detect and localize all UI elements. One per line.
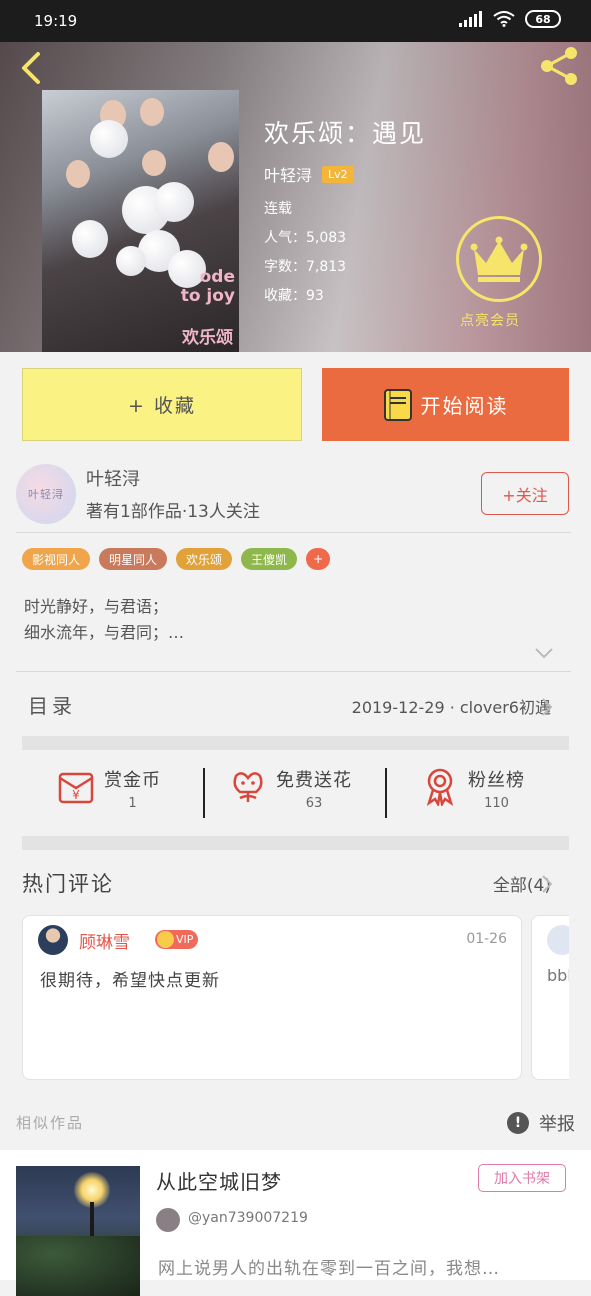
signal-icon — [459, 11, 482, 27]
chevron-down-icon[interactable] — [532, 644, 556, 662]
book-popularity: 人气：5,083 — [264, 230, 347, 246]
book-title: 欢乐颂：遇见 — [264, 119, 427, 148]
book-status: 连载 — [264, 201, 292, 217]
stat-value: 63 — [305, 796, 323, 811]
tag-item[interactable]: 王傻凯 — [241, 548, 298, 570]
flower-icon — [233, 772, 263, 802]
comment-date: 01-26 — [466, 931, 507, 947]
section-separator — [22, 836, 569, 850]
book-icon — [383, 388, 412, 421]
status-time: 19:19 — [34, 12, 78, 30]
back-arrow-icon[interactable] — [14, 48, 48, 88]
stat-label: 免费送花 — [276, 770, 352, 791]
similar-author-avatar — [156, 1208, 180, 1232]
vip-label[interactable]: 点亮会员 — [460, 310, 520, 330]
start-reading-button[interactable]: 开始阅读 — [322, 368, 569, 441]
stat-value: 110 — [484, 796, 509, 811]
stat-value: 1 — [128, 796, 137, 811]
add-to-shelf-button[interactable]: 加入书架 — [478, 1164, 566, 1192]
toc-label[interactable]: 目录 — [28, 690, 76, 719]
section-separator — [22, 736, 569, 750]
divider — [16, 532, 571, 533]
collect-button[interactable]: + 收藏 — [22, 368, 302, 441]
tag-item[interactable]: 欢乐颂 — [176, 548, 233, 570]
divider — [385, 768, 387, 818]
book-favorites: 收藏：93 — [264, 288, 324, 304]
start-reading-label: 开始阅读 — [420, 394, 509, 418]
book-word-count: 字数：7,813 — [264, 259, 347, 275]
book-author[interactable]: 叶轻浔 — [264, 162, 312, 186]
reward-coins-button[interactable]: ¥ 赏金币 1 — [56, 766, 161, 811]
similar-book-author[interactable]: @yan739007219 — [188, 1210, 308, 1226]
book-header: ode to joy 欢乐颂 欢乐颂：遇见 叶轻浔 Lv2 连载 人气：5,08… — [0, 42, 591, 352]
vip-badge-label: VIP — [176, 933, 194, 946]
commenter-avatar[interactable] — [38, 925, 68, 955]
vip-membership-button[interactable] — [456, 216, 542, 302]
author-level-badge: Lv2 — [322, 165, 354, 183]
description-line: 细水流年，与君同；… — [24, 623, 185, 642]
divider — [203, 768, 205, 818]
comment-text: bbb — [547, 966, 569, 985]
crown-icon — [470, 236, 528, 282]
award-ribbon-icon — [426, 768, 454, 806]
tag-list: 影视同人 明星同人 欢乐颂 王傻凯 + — [22, 548, 331, 570]
battery-indicator: 68 — [525, 10, 561, 28]
comment-card[interactable]: 顾琳雪 VIP 01-26 很期待，希望快点更新 — [22, 915, 522, 1080]
tag-item[interactable]: 明星同人 — [99, 548, 168, 570]
book-description: 时光静好，与君语； 细水流年，与君同；… — [24, 594, 184, 646]
similar-book-description: 网上说男人的出轨在零到一百之间，我想… — [158, 1259, 500, 1279]
add-tag-button[interactable]: + — [306, 548, 331, 570]
vip-badge: VIP — [155, 930, 199, 949]
follow-button[interactable]: +关注 — [481, 472, 569, 515]
cover-title-en: ode to joy — [180, 267, 235, 306]
comment-text: 很期待，希望快点更新 — [40, 971, 220, 991]
warning-icon: ! — [507, 1112, 529, 1134]
stat-label: 赏金币 — [104, 770, 161, 791]
author-stats: 著有1部作品·13人关注 — [86, 502, 260, 522]
svg-text:¥: ¥ — [72, 788, 80, 802]
author-avatar[interactable]: 叶轻浔 — [16, 464, 76, 524]
crown-icon — [157, 931, 174, 948]
wifi-icon — [493, 11, 515, 27]
comment-card[interactable]: bbb — [531, 915, 569, 1080]
chevron-right-icon[interactable] — [540, 696, 554, 718]
toc-latest-chapter[interactable]: 2019-12-29 · clover6初遇 — [352, 694, 551, 718]
tag-item[interactable]: 影视同人 — [22, 548, 91, 570]
book-cover[interactable]: ode to joy 欢乐颂 — [42, 90, 239, 352]
fan-ranking-button[interactable]: 粉丝榜 110 — [420, 766, 525, 811]
report-label: 举报 — [539, 1114, 575, 1135]
author-name[interactable]: 叶轻浔 — [86, 465, 140, 491]
chevron-right-icon[interactable] — [540, 873, 554, 895]
cover-title-cn: 欢乐颂 — [182, 328, 233, 348]
hot-comments-title: 热门评论 — [22, 872, 114, 896]
similar-book-item[interactable]: 从此空城旧梦 加入书架 @yan739007219 网上说男人的出轨在零到一百之… — [0, 1150, 591, 1296]
description-line: 时光静好，与君语； — [24, 597, 169, 616]
commenter-avatar[interactable] — [547, 925, 569, 955]
similar-book-title[interactable]: 从此空城旧梦 — [156, 1166, 282, 1195]
report-button[interactable]: ! 举报 — [507, 1110, 575, 1136]
status-bar: 19:19 68 — [0, 0, 591, 42]
similar-works-title: 相似作品 — [16, 1114, 85, 1132]
commenter-name[interactable]: 顾琳雪 — [79, 928, 130, 953]
stat-label: 粉丝榜 — [468, 770, 525, 791]
share-icon[interactable] — [537, 44, 581, 88]
send-flower-button[interactable]: 免费送花 63 — [228, 766, 352, 811]
divider — [16, 671, 571, 672]
similar-book-cover[interactable] — [16, 1166, 140, 1296]
red-envelope-icon: ¥ — [58, 772, 94, 804]
